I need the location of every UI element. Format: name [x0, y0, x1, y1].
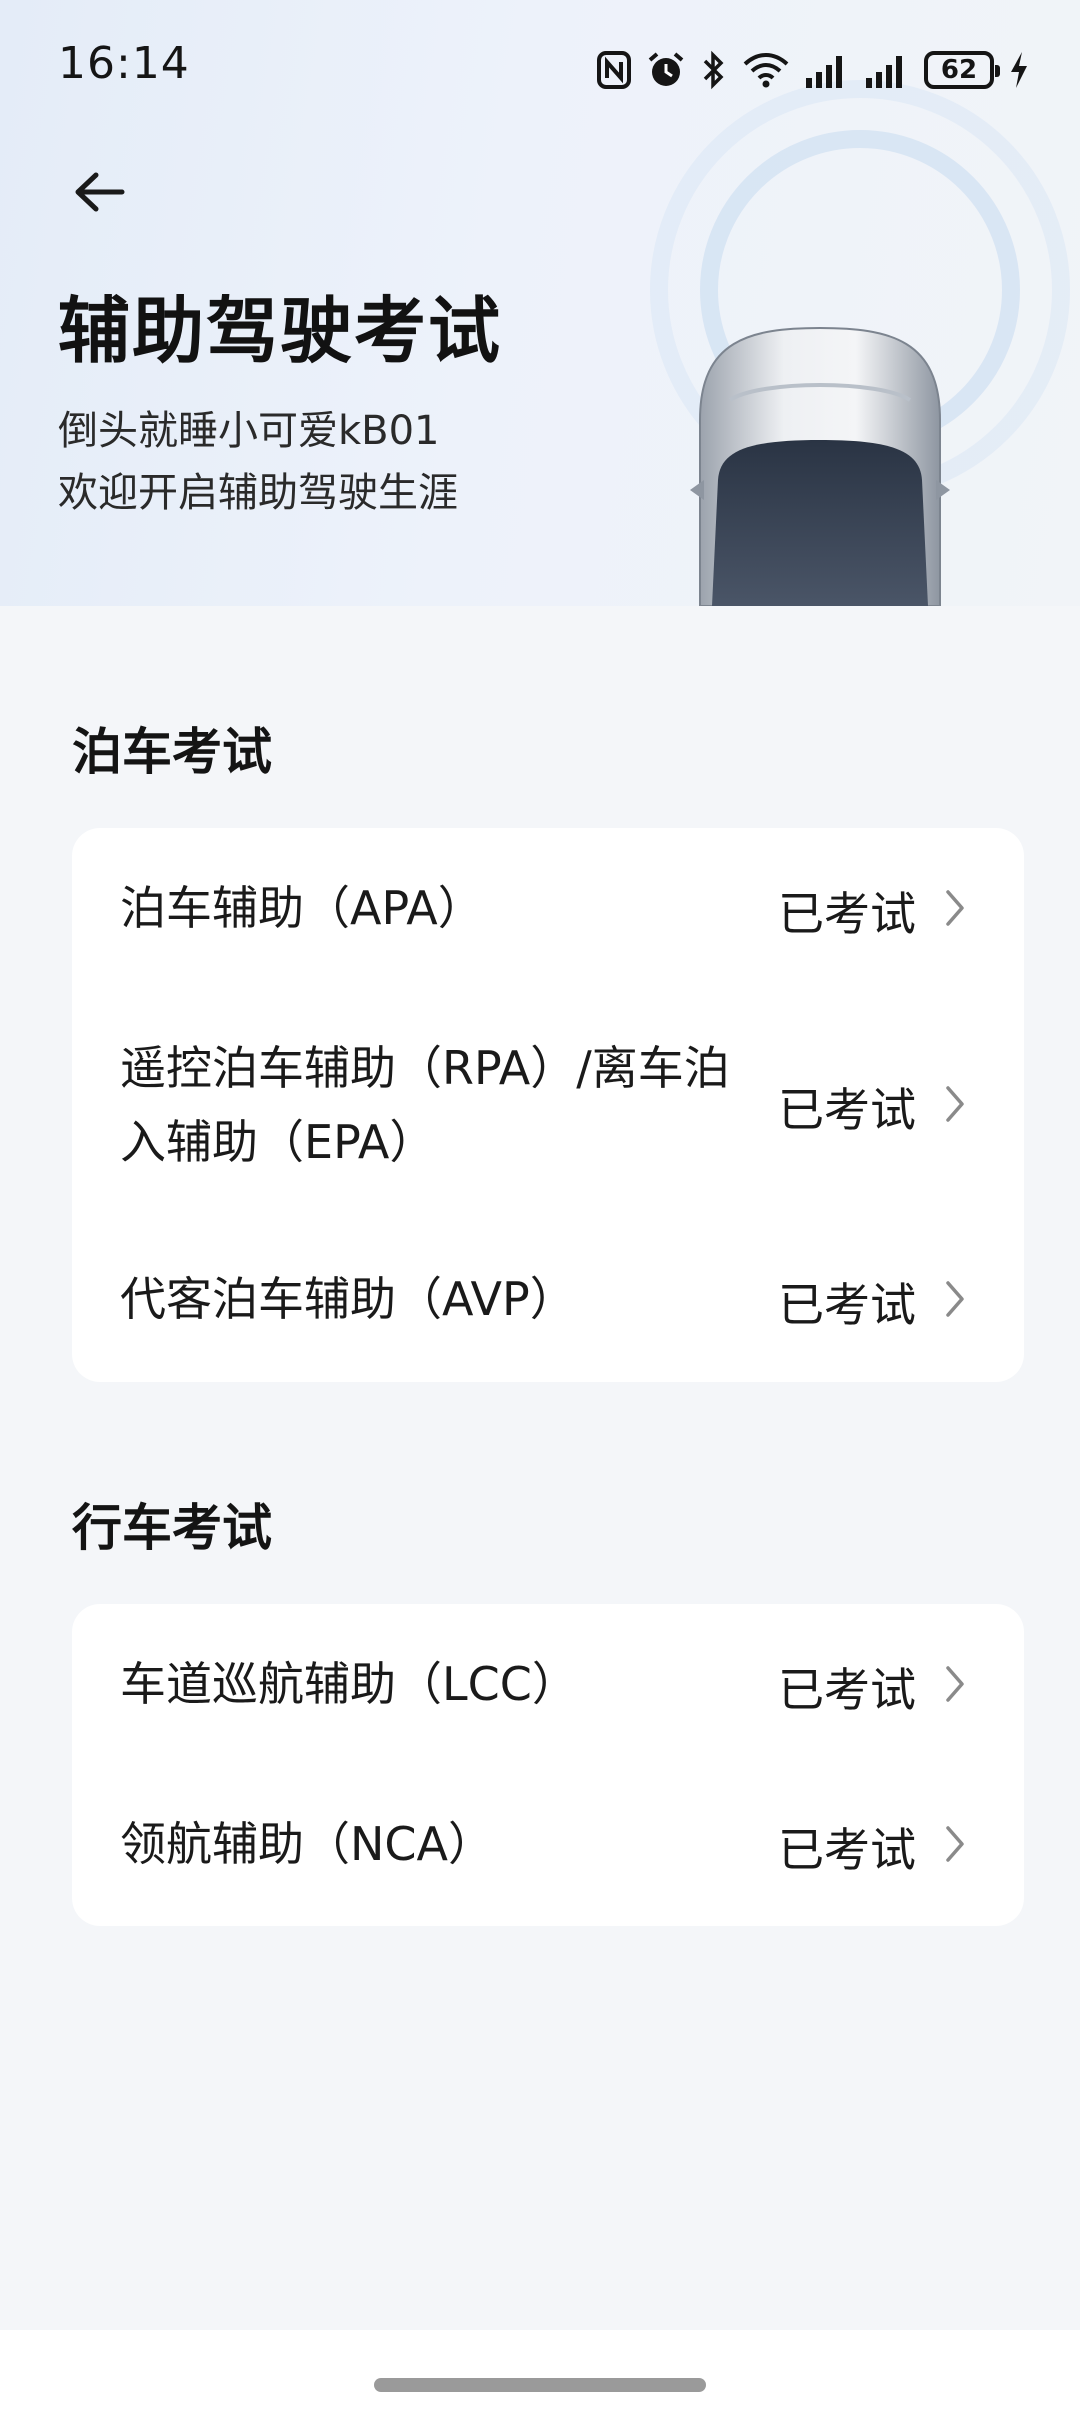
exam-status: 已考试 [778, 1278, 916, 1332]
list-item-nca[interactable]: 领航辅助（NCA） 已考试 [72, 1765, 1024, 1926]
navigation-bar [0, 2330, 1080, 2411]
chevron-right-icon [946, 890, 964, 926]
exam-status: 已考试 [778, 1823, 916, 1877]
battery-level: 62 [940, 55, 978, 85]
list-item-apa[interactable]: 泊车辅助（APA） 已考试 [72, 828, 1024, 988]
chevron-right-icon [946, 1826, 964, 1862]
exam-status: 已考试 [778, 1663, 916, 1717]
username: 倒头就睡小可爱kB01 [58, 408, 440, 454]
back-arrow-icon [75, 172, 125, 212]
list-item-label: 遥控泊车辅助（RPA）/离车泊入辅助（EPA） [120, 1041, 730, 1169]
chevron-right-icon [946, 1666, 964, 1702]
signal-icon [866, 56, 902, 88]
list-item-avp[interactable]: 代客泊车辅助（AVP） 已考试 [72, 1222, 1024, 1382]
list-item-label: 泊车辅助（APA） [120, 881, 484, 935]
alarm-icon [648, 52, 684, 86]
page-title: 辅助驾驶考试 [58, 289, 503, 373]
list-item-lcc[interactable]: 车道巡航辅助（LCC） 已考试 [72, 1604, 1024, 1765]
parking-exam-card: 泊车辅助（APA） 已考试 遥控泊车辅助（RPA）/离车泊入辅助（EPA） 已考… [72, 828, 1024, 1382]
list-item-label: 车道巡航辅助（LCC） [120, 1657, 578, 1711]
signal-icon [806, 56, 842, 88]
section-title-parking: 泊车考试 [72, 723, 272, 781]
home-indicator[interactable] [374, 2378, 706, 2392]
page: 16:14 62 辅助驾驶考试 倒头就睡小可爱kB01 欢迎开启辅助驾驶生涯 泊… [0, 0, 1080, 2411]
battery-icon: 62 [924, 51, 1000, 89]
chevron-right-icon [946, 1281, 964, 1317]
driving-exam-card: 车道巡航辅助（LCC） 已考试 领航辅助（NCA） 已考试 [72, 1604, 1024, 1926]
nfc-icon [597, 51, 631, 89]
status-bar: 16:14 62 [0, 0, 1080, 140]
status-time: 16:14 [58, 38, 190, 89]
exam-status: 已考试 [778, 887, 916, 941]
bluetooth-icon [703, 50, 724, 90]
section-title-driving: 行车考试 [72, 1499, 272, 1557]
list-item-label: 领航辅助（NCA） [120, 1817, 494, 1871]
exam-status: 已考试 [778, 1083, 916, 1137]
list-item-rpa-epa[interactable]: 遥控泊车辅助（RPA）/离车泊入辅助（EPA） 已考试 [72, 988, 1024, 1222]
wifi-icon [743, 53, 789, 88]
back-button[interactable] [58, 152, 138, 232]
header-banner: 16:14 62 辅助驾驶考试 倒头就睡小可爱kB01 欢迎开启辅助驾驶生涯 [0, 0, 1080, 606]
chevron-right-icon [946, 1086, 964, 1122]
car-illustration [690, 326, 950, 606]
charging-icon [1011, 52, 1027, 88]
welcome-text: 欢迎开启辅助驾驶生涯 [58, 470, 458, 516]
list-item-label: 代客泊车辅助（AVP） [120, 1272, 576, 1326]
status-icons: 62 [596, 48, 1030, 92]
